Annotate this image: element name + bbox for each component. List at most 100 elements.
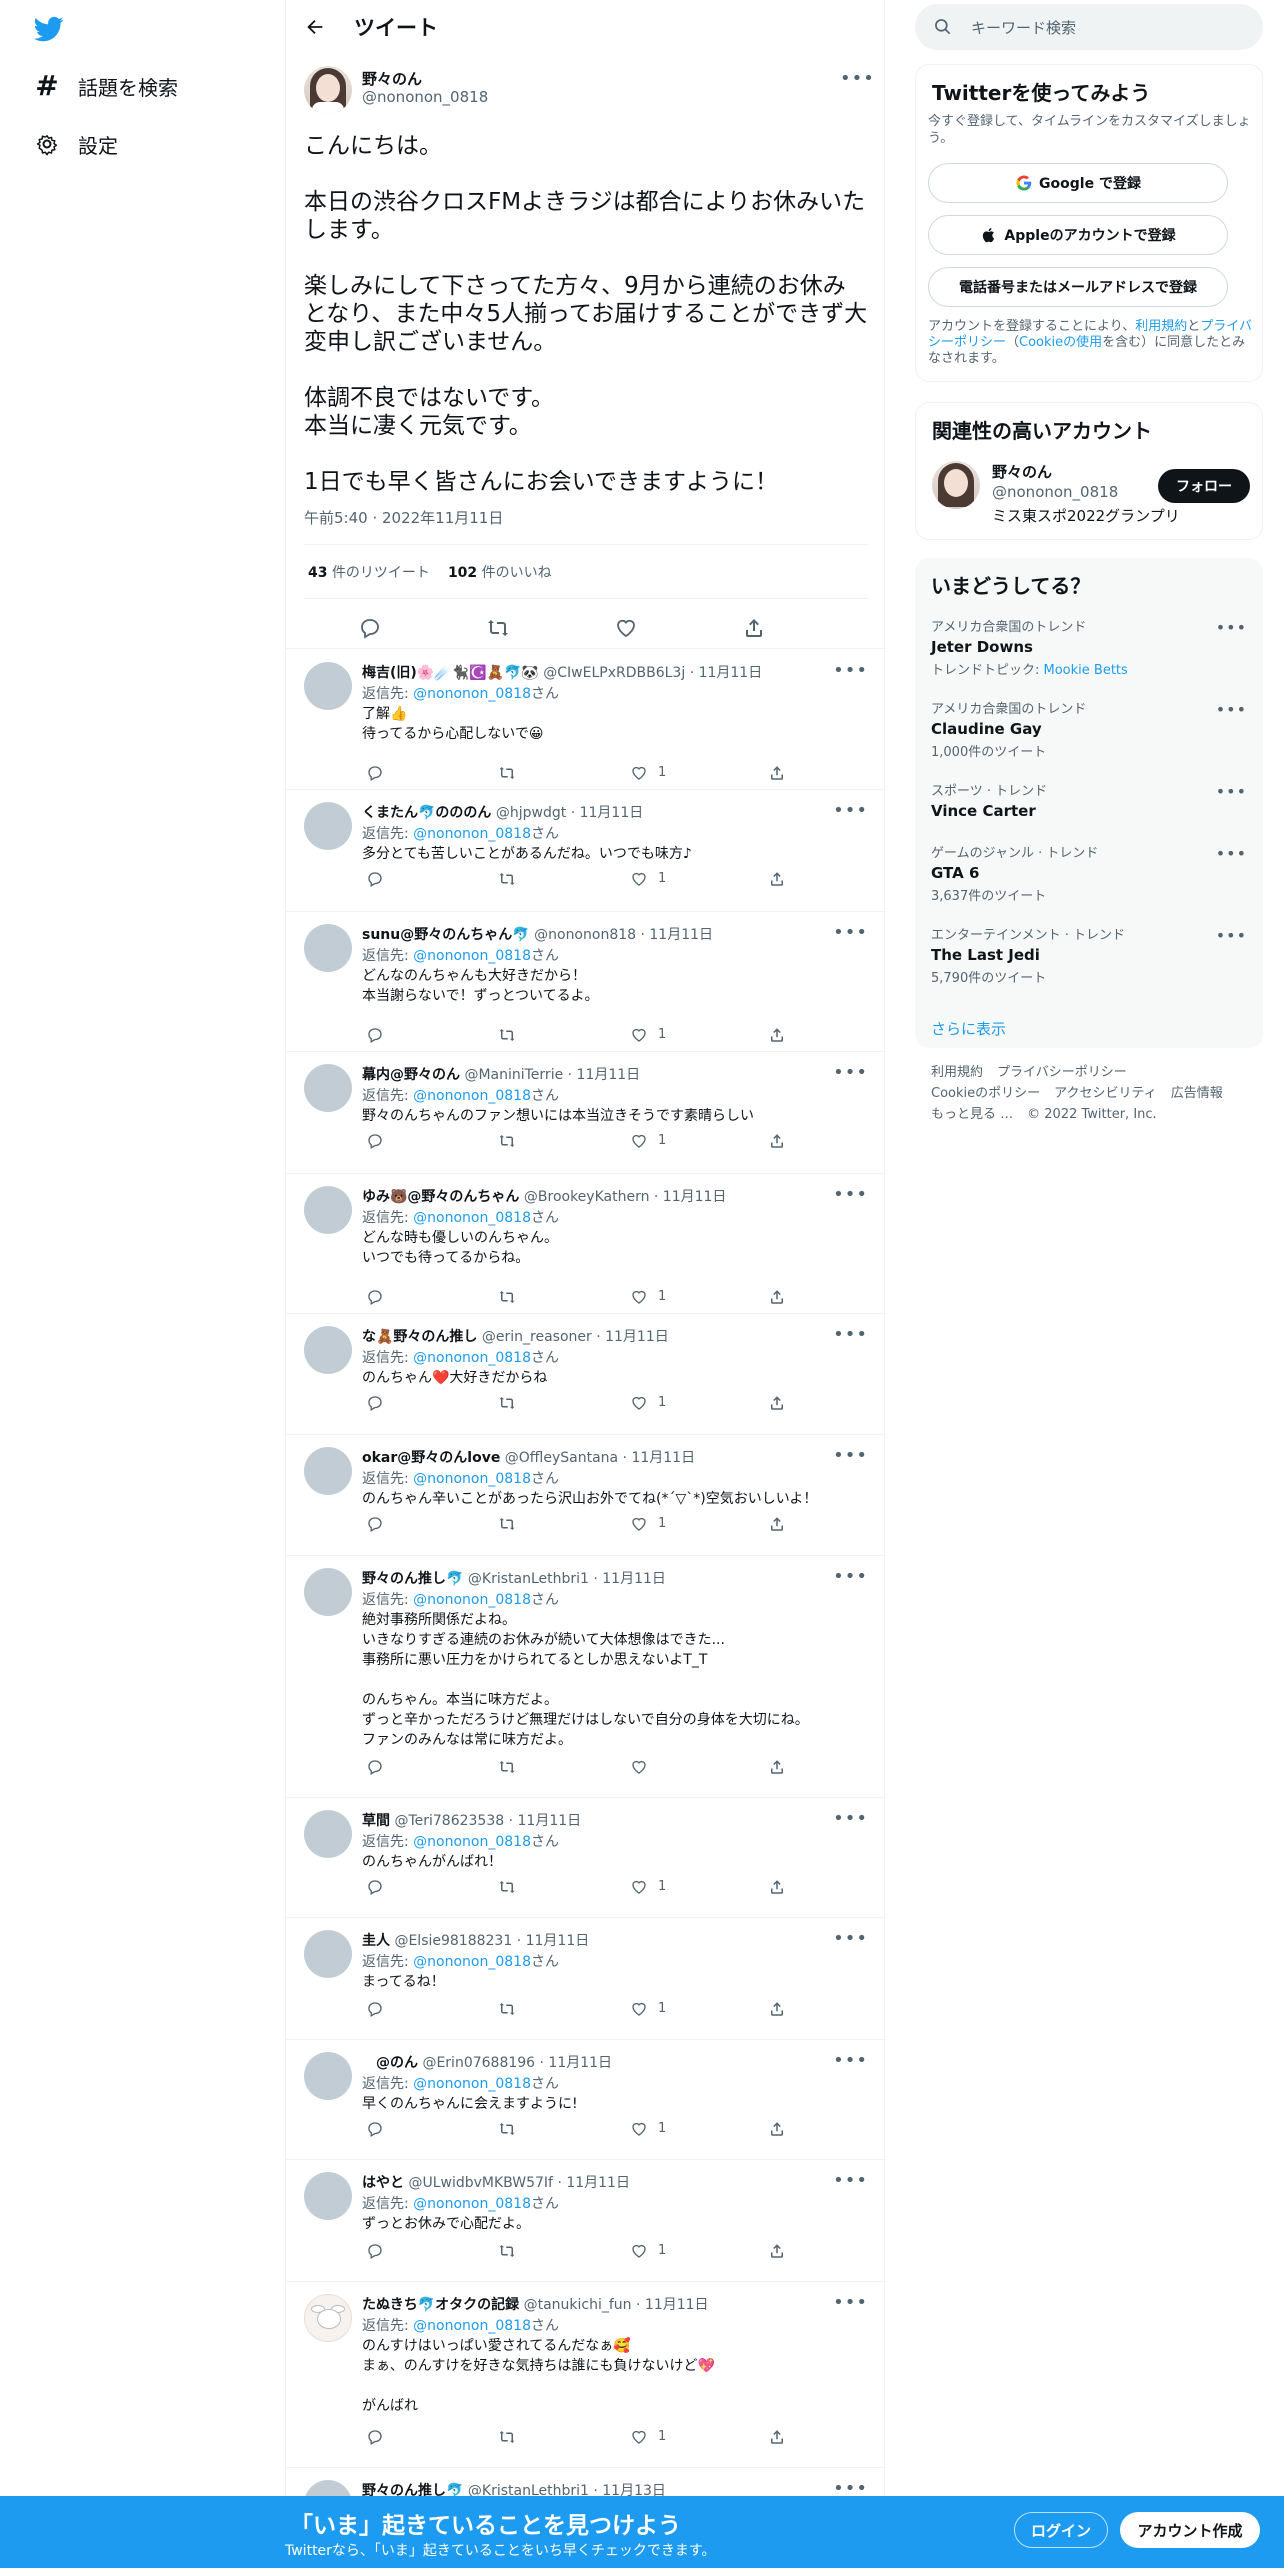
reply-date[interactable]: · 11月11日 (540, 2055, 613, 2071)
reply-icon[interactable] (366, 1394, 384, 1412)
reply-tweet[interactable]: 幕内@野々のん @ManiniTerrie · 11月11日 ••• 返信先: @n… (286, 1052, 886, 1174)
avatar[interactable] (304, 662, 352, 710)
retweet-icon[interactable] (498, 1878, 516, 1896)
like-icon[interactable] (630, 1878, 648, 1896)
reply-to-link[interactable]: @nononon_0818 (413, 1350, 531, 1366)
more-icon[interactable]: ••• (1216, 700, 1247, 719)
trend-item[interactable]: アメリカ合衆国のトレンド Claudine Gay 1,000件のツイート ••• (931, 698, 1247, 760)
reply-tweet[interactable]: 梅吉(旧)🌸☄️🐈‍⬛☪️🧸🐬🐼 @CIwELPxRDBB6L3j · 11月1… (286, 650, 886, 790)
reply-date[interactable]: · 11月11日 (641, 927, 714, 943)
retweet-icon[interactable] (498, 2428, 516, 2446)
like-icon[interactable] (630, 1758, 648, 1776)
trend-topic-link[interactable]: Mookie Betts (1044, 663, 1128, 678)
more-icon[interactable]: ••• (1216, 618, 1247, 637)
reply-tweet[interactable]: 草間 @Teri78623538 · 11月11日 ••• 返信先: @nonono… (286, 1798, 886, 1918)
related-handle[interactable]: @nononon_0818 (992, 483, 1118, 501)
login-button[interactable]: ログイン (1014, 2512, 1108, 2548)
reply-date[interactable]: · 11月11日 (636, 2297, 709, 2313)
reply-author-name[interactable]: 圭人 (362, 1933, 390, 1949)
reply-icon[interactable] (358, 616, 382, 640)
more-icon[interactable]: ••• (833, 660, 868, 681)
more-icon[interactable]: ••• (833, 922, 868, 943)
more-icon[interactable]: ••• (833, 1062, 868, 1083)
like-icon[interactable] (630, 2000, 648, 2018)
search-input[interactable]: キーワード検索 (915, 4, 1263, 50)
reply-date[interactable]: · 11月11日 (593, 1571, 666, 1587)
cookie-link[interactable]: Cookieの使用 (1019, 335, 1102, 350)
reply-to-link[interactable]: @nononon_0818 (413, 1210, 531, 1226)
share-icon[interactable] (768, 2000, 786, 2018)
share-icon[interactable] (768, 1878, 786, 1896)
retweet-icon[interactable] (486, 616, 510, 640)
author-handle[interactable]: @nononon_0818 (362, 88, 488, 106)
reply-date[interactable]: · 11月11日 (568, 1067, 641, 1083)
share-icon[interactable] (768, 2120, 786, 2138)
avatar[interactable] (304, 66, 352, 114)
reply-author-name[interactable]: くまたん🐬のののん (362, 805, 491, 821)
reply-icon[interactable] (366, 1758, 384, 1776)
reply-author-handle[interactable]: @erin_reasoner (482, 1329, 592, 1345)
like-icon[interactable] (630, 2242, 648, 2260)
more-icon[interactable]: ••• (833, 1445, 868, 1466)
reply-to-link[interactable]: @nononon_0818 (413, 1592, 531, 1608)
reply-author-handle[interactable]: @KristanLethbri1 (468, 1571, 589, 1587)
more-icon[interactable]: ••• (833, 1928, 868, 1949)
reply-icon[interactable] (366, 1026, 384, 1044)
google-signup-button[interactable]: Google で登録 (928, 163, 1228, 203)
retweet-icon[interactable] (498, 1394, 516, 1412)
trend-item[interactable]: ゲームのジャンル · トレンド GTA 6 3,637件のツイート ••• (931, 842, 1247, 904)
reply-author-handle[interactable]: @nononon818 (534, 927, 636, 943)
trend-item[interactable]: エンターテインメント · トレンド The Last Jedi 5,790件のツイー… (931, 924, 1247, 986)
reply-author-handle[interactable]: @ULwidbvMKBW57If (408, 2175, 553, 2191)
more-icon[interactable]: ••• (833, 1184, 868, 1205)
retweet-icon[interactable] (498, 870, 516, 888)
reply-author-handle[interactable]: @BrookeyKathern (524, 1189, 650, 1205)
reply-author-name[interactable]: な🧸野々のん推し (362, 1329, 477, 1345)
share-icon[interactable] (768, 764, 786, 782)
reply-to-link[interactable]: @nononon_0818 (413, 2076, 531, 2092)
reply-icon[interactable] (366, 764, 384, 782)
reply-icon[interactable] (366, 1288, 384, 1306)
footer-link[interactable]: 利用規約 (931, 1062, 983, 1083)
reply-author-name[interactable]: 梅吉(旧)🌸☄️🐈‍⬛☪️🧸🐬🐼 (362, 665, 539, 681)
reply-author-handle[interactable]: @hjpwdgt (496, 805, 566, 821)
apple-signup-button[interactable]: Appleのアカウントで登録 (928, 215, 1228, 255)
reply-to-link[interactable]: @nononon_0818 (413, 1954, 531, 1970)
back-arrow-icon[interactable] (304, 16, 326, 38)
like-icon[interactable] (630, 2428, 648, 2446)
footer-link[interactable]: プライバシーポリシー (997, 1062, 1127, 1083)
more-icon[interactable]: ••• (833, 2292, 868, 2313)
reply-date[interactable]: · 11月11日 (557, 2175, 630, 2191)
terms-link[interactable]: 利用規約 (1135, 319, 1187, 334)
retweet-icon[interactable] (498, 1758, 516, 1776)
reply-tweet[interactable]: 圭人 @Elsie98188231 · 11月11日 ••• 返信先: @nonon… (286, 1918, 886, 2040)
retweet-icon[interactable] (498, 764, 516, 782)
like-icon[interactable] (630, 1394, 648, 1412)
reply-tweet[interactable]: sunu@野々のんちゃん🐬 @nononon818 · 11月11日 ••• 返信先… (286, 912, 886, 1052)
reply-to-link[interactable]: @nononon_0818 (413, 686, 531, 702)
reply-author-name[interactable]: はやと (362, 2175, 404, 2191)
reply-tweet[interactable]: @のん @Erin07688196 · 11月11日 ••• 返信先: @nonon… (286, 2040, 886, 2160)
reply-to-link[interactable]: @nononon_0818 (413, 1834, 531, 1850)
show-more-link[interactable]: さらに表示 (931, 1018, 1006, 1039)
like-icon[interactable] (630, 870, 648, 888)
reply-tweet[interactable]: ゆみ🐻@野々のんちゃん @BrookeyKathern · 11月11日 ••• 返… (286, 1174, 886, 1314)
like-icon[interactable] (614, 616, 638, 640)
reply-tweet[interactable]: はやと @ULwidbvMKBW57If · 11月11日 ••• 返信先: @no… (286, 2160, 886, 2282)
reply-icon[interactable] (366, 2428, 384, 2446)
more-icon[interactable]: ••• (840, 68, 874, 89)
more-icon[interactable]: ••• (833, 1808, 868, 1829)
reply-to-link[interactable]: @nononon_0818 (413, 2196, 531, 2212)
avatar[interactable] (304, 2172, 352, 2220)
more-icon[interactable]: ••• (833, 1566, 868, 1587)
trend-item[interactable]: スポーツ · トレンド Vince Carter ••• (931, 780, 1247, 820)
avatar[interactable] (304, 2052, 352, 2100)
retweet-icon[interactable] (498, 1026, 516, 1044)
retweet-icon[interactable] (498, 2120, 516, 2138)
reply-icon[interactable] (366, 1878, 384, 1896)
reply-author-handle[interactable]: @Teri78623538 (394, 1813, 504, 1829)
like-icon[interactable] (630, 2120, 648, 2138)
nav-explore[interactable]: # 話題を検索 (34, 66, 178, 106)
avatar[interactable] (304, 1326, 352, 1374)
reply-date[interactable]: · 11月11日 (623, 1450, 696, 1466)
